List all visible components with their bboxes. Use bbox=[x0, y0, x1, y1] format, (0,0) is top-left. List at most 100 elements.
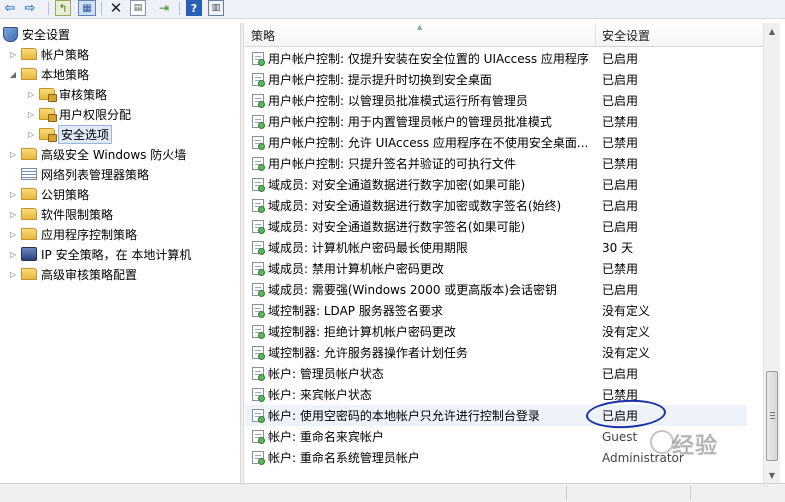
tree-node-audit-policy[interactable]: ▷ 审核策略 bbox=[26, 85, 107, 103]
table-row[interactable]: 用户帐户控制: 允许 UIAccess 应用程序在不使用安全桌面... 已禁用 bbox=[245, 132, 747, 153]
expand-arrow-icon[interactable]: ▷ bbox=[8, 149, 18, 159]
table-row[interactable]: 帐户: 来宾帐户状态 已禁用 bbox=[245, 384, 747, 405]
tree-node-user-rights-assignment[interactable]: ▷ 用户权限分配 bbox=[26, 105, 131, 123]
expand-arrow-icon[interactable]: ▷ bbox=[26, 89, 36, 99]
scroll-up-icon[interactable]: ▲ bbox=[764, 23, 780, 39]
expand-arrow-icon[interactable]: ▷ bbox=[8, 229, 18, 239]
vertical-scrollbar[interactable]: ▲ ▼ bbox=[763, 23, 780, 483]
status-bar bbox=[0, 483, 785, 502]
policy-icon bbox=[252, 241, 265, 255]
table-row[interactable]: 域控制器: LDAP 服务器签名要求 没有定义 bbox=[245, 300, 747, 321]
expand-arrow-icon[interactable]: ▷ bbox=[26, 109, 36, 119]
policy-setting: 已启用 bbox=[602, 73, 639, 87]
policy-setting: 已启用 bbox=[602, 283, 639, 297]
policy-icon bbox=[252, 451, 265, 465]
folder-icon bbox=[21, 268, 37, 280]
policy-name: 域成员: 需要强(Windows 2000 或更高版本)会话密钥 bbox=[268, 283, 557, 297]
table-row[interactable]: 用户帐户控制: 提示提升时切换到安全桌面 已启用 bbox=[245, 69, 747, 90]
table-row[interactable]: 域成员: 对安全通道数据进行数字加密(如果可能) 已启用 bbox=[245, 174, 747, 195]
expand-arrow-icon[interactable]: ▷ bbox=[8, 269, 18, 279]
table-row[interactable]: 域成员: 计算机帐户密码最长使用期限 30 天 bbox=[245, 237, 747, 258]
table-row[interactable]: 用户帐户控制: 只提升签名并验证的可执行文件 已禁用 bbox=[245, 153, 747, 174]
policy-name: 域成员: 禁用计算机帐户密码更改 bbox=[268, 262, 444, 276]
table-row[interactable]: 域控制器: 允许服务器操作者计划任务 没有定义 bbox=[245, 342, 747, 363]
back-arrow-icon[interactable]: ⇦ bbox=[2, 0, 18, 16]
policy-setting: 已启用 bbox=[602, 367, 639, 381]
table-row[interactable]: 域控制器: 拒绝计算机帐户密码更改 没有定义 bbox=[245, 321, 747, 342]
collapse-arrow-icon[interactable]: ◢ bbox=[8, 69, 18, 79]
tree-node-label: 本地策略 bbox=[41, 67, 90, 82]
status-divider bbox=[566, 486, 567, 500]
policy-name: 域成员: 计算机帐户密码最长使用期限 bbox=[268, 241, 468, 255]
scrollbar-thumb[interactable] bbox=[766, 371, 778, 461]
locked-folder-icon bbox=[39, 108, 57, 122]
table-row[interactable]: 用户帐户控制: 用于内置管理员帐户的管理员批准模式 已禁用 bbox=[245, 111, 747, 132]
policy-setting: 已禁用 bbox=[602, 115, 639, 129]
list-header: 策略 ▲ 安全设置 bbox=[245, 23, 763, 47]
expand-arrow-icon[interactable]: ▷ bbox=[8, 189, 18, 199]
table-row[interactable]: 域成员: 禁用计算机帐户密码更改 已禁用 bbox=[245, 258, 747, 279]
tree-node-label: 安全设置 bbox=[22, 27, 71, 42]
table-row[interactable]: 域成员: 需要强(Windows 2000 或更高版本)会话密钥 已启用 bbox=[245, 279, 747, 300]
toolbar: ⇦ ⇨ ↰ ▦ ✕ ▤ ⇥ ? ▥ bbox=[0, 0, 785, 19]
pane-splitter[interactable] bbox=[240, 23, 244, 483]
table-row-highlighted[interactable]: 帐户: 使用空密码的本地帐户只允许进行控制台登录 已启用 bbox=[245, 405, 747, 426]
policy-icon bbox=[252, 346, 265, 360]
tree-node-public-key-policies[interactable]: ▷ 公钥策略 bbox=[8, 185, 89, 203]
table-row[interactable]: 用户帐户控制: 仅提升安装在安全位置的 UIAccess 应用程序 已启用 bbox=[245, 48, 747, 69]
expand-arrow-icon[interactable]: ▷ bbox=[8, 249, 18, 259]
tree-node-security-settings[interactable]: 安全设置 bbox=[3, 25, 70, 43]
scroll-down-icon[interactable]: ▼ bbox=[764, 467, 780, 483]
expand-arrow-icon[interactable]: ▷ bbox=[26, 129, 36, 139]
table-row[interactable]: 域成员: 对安全通道数据进行数字签名(如果可能) 已启用 bbox=[245, 216, 747, 237]
policy-name: 用户帐户控制: 用于内置管理员帐户的管理员批准模式 bbox=[268, 115, 552, 129]
show-hide-tree-icon[interactable]: ▦ bbox=[78, 0, 96, 16]
toolbar-separator bbox=[179, 2, 180, 15]
table-row[interactable]: 帐户: 管理员帐户状态 已启用 bbox=[245, 363, 747, 384]
tree-node-label: 软件限制策略 bbox=[41, 207, 114, 222]
tree-node-local-policies[interactable]: ◢ 本地策略 bbox=[8, 65, 89, 83]
tree-node-ip-security[interactable]: ▷ IP 安全策略，在 本地计算机 bbox=[8, 245, 191, 263]
policy-icon bbox=[252, 430, 265, 444]
policy-name: 域控制器: 拒绝计算机帐户密码更改 bbox=[268, 325, 456, 339]
tree-node-label: 用户权限分配 bbox=[59, 107, 132, 122]
policy-icon bbox=[252, 409, 265, 423]
policy-name: 用户帐户控制: 允许 UIAccess 应用程序在不使用安全桌面... bbox=[268, 136, 589, 150]
tree-node-software-restriction[interactable]: ▷ 软件限制策略 bbox=[8, 205, 113, 223]
policy-name: 域成员: 对安全通道数据进行数字加密或数字签名(始终) bbox=[268, 199, 562, 213]
properties-icon[interactable]: ▤ bbox=[130, 0, 146, 16]
expand-arrow-icon[interactable]: ▷ bbox=[8, 49, 18, 59]
delete-icon[interactable]: ✕ bbox=[108, 0, 124, 17]
help-icon[interactable]: ? bbox=[186, 0, 202, 16]
tree-node-app-control[interactable]: ▷ 应用程序控制策略 bbox=[8, 225, 137, 243]
tree-node-windows-firewall[interactable]: ▷ 高级安全 Windows 防火墙 bbox=[8, 145, 186, 163]
policy-name: 帐户: 使用空密码的本地帐户只允许进行控制台登录 bbox=[268, 409, 540, 423]
up-folder-icon[interactable]: ↰ bbox=[55, 0, 71, 16]
toolbar-separator bbox=[48, 2, 49, 15]
sort-ascending-icon: ▲ bbox=[417, 23, 423, 31]
policy-name: 域成员: 对安全通道数据进行数字签名(如果可能) bbox=[268, 220, 526, 234]
folder-icon bbox=[21, 148, 37, 160]
policy-setting: Guest bbox=[602, 429, 638, 444]
console-tree: 安全设置 ▷ 帐户策略 ◢ 本地策略 ▷ 审核策略 ▷ 用户权限分配 ▷ 安全选… bbox=[0, 23, 240, 483]
policy-name: 用户帐户控制: 以管理员批准模式运行所有管理员 bbox=[268, 94, 528, 108]
policy-name: 域控制器: LDAP 服务器签名要求 bbox=[268, 304, 443, 318]
forward-arrow-icon[interactable]: ⇨ bbox=[22, 0, 38, 16]
policy-setting: 已启用 bbox=[602, 178, 639, 192]
table-row[interactable]: 用户帐户控制: 以管理员批准模式运行所有管理员 已启用 bbox=[245, 90, 747, 111]
table-row[interactable]: 域成员: 对安全通道数据进行数字加密或数字签名(始终) 已启用 bbox=[245, 195, 747, 216]
locked-folder-icon bbox=[39, 128, 57, 142]
tree-node-advanced-audit[interactable]: ▷ 高级审核策略配置 bbox=[8, 265, 137, 283]
grip-icon bbox=[770, 412, 775, 419]
expand-arrow-icon[interactable]: ▷ bbox=[8, 209, 18, 219]
tree-node-account-policies[interactable]: ▷ 帐户策略 bbox=[8, 45, 89, 63]
show-hide-action-pane-icon[interactable]: ▥ bbox=[208, 0, 224, 16]
policy-name: 域成员: 对安全通道数据进行数字加密(如果可能) bbox=[268, 178, 526, 192]
column-header-security-setting[interactable]: 安全设置 bbox=[596, 23, 746, 47]
policy-name: 用户帐户控制: 只提升签名并验证的可执行文件 bbox=[268, 157, 516, 171]
tree-node-security-options[interactable]: ▷ 安全选项 bbox=[26, 124, 113, 144]
policy-setting: 没有定义 bbox=[602, 346, 651, 360]
tree-node-network-list-manager[interactable]: 网络列表管理器策略 bbox=[8, 165, 149, 183]
export-list-icon[interactable]: ⇥ bbox=[156, 0, 172, 16]
